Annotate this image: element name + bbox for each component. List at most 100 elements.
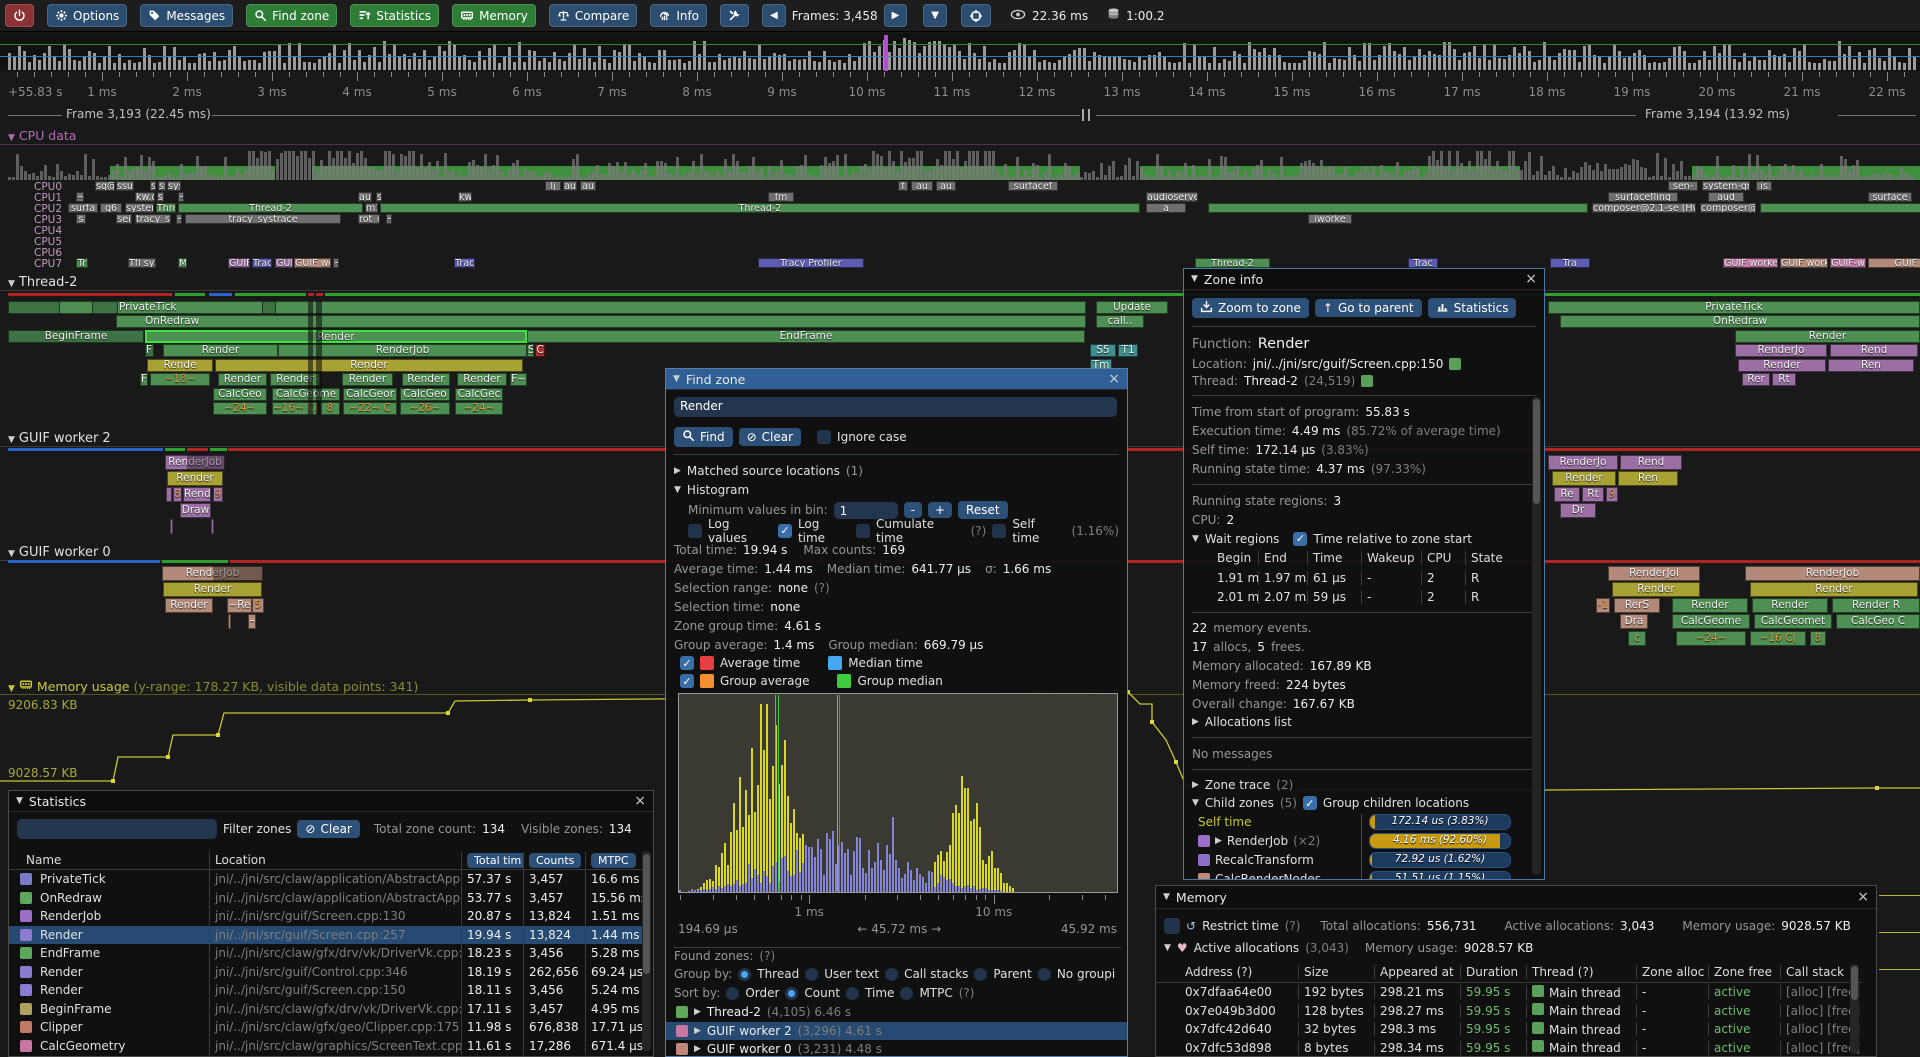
cpu-zone[interactable]: ~: [333, 258, 339, 268]
sort-counts-button[interactable]: Counts: [529, 853, 581, 868]
cpu-zone[interactable]: Tfl sysk: [128, 258, 156, 268]
zone[interactable]: 8: [320, 402, 340, 415]
cpu-zone[interactable]: kw: [458, 192, 472, 202]
zone[interactable]: Ren: [1618, 471, 1678, 486]
zone[interactable]: Rt: [1582, 487, 1604, 502]
zone[interactable]: ~24~: [213, 402, 267, 415]
close-icon[interactable]: ×: [1525, 271, 1537, 287]
zone[interactable]: 9: [213, 487, 223, 502]
zone[interactable]: T1: [1118, 344, 1138, 357]
allocation-row[interactable]: 0x7dfaa64e00192 bytes298.21 ms59.95 sMai…: [1156, 983, 1862, 1002]
cpu-zone[interactable]: composer@: [1700, 203, 1756, 213]
cpu-zone[interactable]: iworke: [1308, 214, 1352, 224]
zone[interactable]: Render: [163, 582, 262, 597]
frame-set-dropdown-button[interactable]: ▼: [923, 4, 947, 27]
zone[interactable]: BeginFrame: [8, 330, 144, 343]
cpu-zone[interactable]: Tracy Profiler: [758, 258, 864, 268]
statistics-titlebar[interactable]: ▼ Statistics ×: [9, 791, 653, 812]
cpu-zone[interactable]: system-grm: [1702, 181, 1750, 191]
sort-by-option-order[interactable]: [726, 987, 739, 1000]
cpu-zone[interactable]: s: [376, 192, 382, 202]
wait-region-row[interactable]: 1.91 ms1.97 ms61 µs-2R: [1184, 568, 1544, 587]
cpu-zone[interactable]: system_se: [125, 203, 154, 213]
cpu-zone[interactable]: g6: [100, 203, 122, 213]
zone[interactable]: Render: [1738, 359, 1826, 372]
cpu-zone[interactable]: GUI: [275, 258, 293, 268]
zone[interactable]: EndFrame: [527, 330, 1085, 343]
zone[interactable]: RenderJob: [1745, 566, 1920, 581]
clear-button[interactable]: ⊘Clear: [739, 428, 801, 446]
cpu-zone[interactable]: [1760, 203, 1920, 213]
sort-mtpc-button[interactable]: MTPC: [591, 853, 636, 868]
zone[interactable]: Rer: [1742, 373, 1770, 386]
cpu-zone[interactable]: tracy_systrace: [185, 214, 341, 224]
zoom-to-zone-button[interactable]: Zoom to zone: [1192, 298, 1309, 318]
statistics-row[interactable]: Renderjni/../jni/src/guif/Screen.cpp:150…: [9, 981, 649, 1000]
zone[interactable]: ~24~: [1676, 631, 1746, 646]
zone[interactable]: CalcGeo: [400, 388, 450, 401]
zone[interactable]: PrivateTick: [8, 301, 1086, 314]
zone[interactable]: [92, 301, 118, 314]
cpu-zone[interactable]: au: [563, 181, 577, 191]
cpu-zone[interactable]: Tra: [1550, 258, 1590, 268]
zone[interactable]: CalcGeo: [213, 388, 267, 401]
cpu-zone[interactable]: M.: [178, 258, 187, 268]
cpu-zone[interactable]: au: [911, 181, 933, 191]
statistics-row[interactable]: PrivateTickjni/../jni/src/claw/applicati…: [9, 870, 649, 889]
tools-button[interactable]: [720, 4, 749, 27]
frame-right-label[interactable]: Frame 3,194 (13.92 ms): [1645, 107, 1790, 121]
filter-zones-input[interactable]: [17, 819, 217, 839]
zone[interactable]: RenderJol: [1608, 566, 1700, 581]
search-input[interactable]: Render: [674, 397, 1117, 417]
memory-titlebar[interactable]: ▼ Memory ×: [1156, 886, 1876, 909]
zone[interactable]: C: [535, 344, 545, 357]
cpu-zone[interactable]: ss: [158, 181, 166, 191]
zone[interactable]: CalcGeor: [343, 388, 397, 401]
cpu-zone[interactable]: ~: [178, 192, 184, 202]
cpu-data-header[interactable]: ▼CPU data: [8, 128, 76, 143]
goto-frame-button[interactable]: [961, 4, 991, 27]
zone[interactable]: Render: [1552, 471, 1616, 486]
find-zone-titlebar[interactable]: ▼ Find zone ×: [666, 369, 1127, 390]
memory-column-address[interactable]: Address (?): [1180, 965, 1298, 979]
sort-total-time-button[interactable]: Total tim: [467, 853, 523, 868]
cpu-zone[interactable]: GUIF worker 2: [1868, 258, 1920, 268]
zone[interactable]: Render: [457, 373, 507, 386]
cpu-zone[interactable]: sen-: [1668, 181, 1698, 191]
zone[interactable]: 5: [252, 598, 264, 613]
statistics-row[interactable]: EndFramejni/../jni/src/claw/gfx/drv/vk/D…: [9, 944, 649, 963]
sort-by-option-count[interactable]: [785, 987, 798, 1000]
statistics-row[interactable]: RenderJobjni/../jni/src/guif/Screen.cpp:…: [9, 907, 649, 926]
statistics-row[interactable]: OnRedrawjni/../jni/src/claw/application/…: [9, 889, 649, 908]
log-time-checkbox[interactable]: ✓: [778, 524, 792, 538]
cpu-zone[interactable]: GUIF: [228, 258, 250, 268]
zone[interactable]: [187, 455, 225, 470]
messages-button[interactable]: Messages: [140, 4, 233, 27]
thread-header-guif-worker-0[interactable]: ▼GUIF worker 0: [8, 545, 111, 560]
cpu-zone[interactable]: s: [150, 181, 156, 191]
zone[interactable]: 8: [1810, 631, 1826, 646]
zone[interactable]: CalcGec: [455, 388, 503, 401]
frame-timeline-strip[interactable]: [0, 33, 1920, 71]
next-frame-button[interactable]: ▶: [884, 4, 908, 27]
found-zone-group[interactable]: ▶GUIF worker 0(3,231) 4.48 s: [666, 1040, 1127, 1057]
child-zone-row[interactable]: Self time172.14 us (3.83%): [1184, 812, 1544, 831]
allocation-row[interactable]: 0x7e049b3d00128 bytes298.27 ms59.95 sMai…: [1156, 1002, 1862, 1021]
statistics-button[interactable]: Statistics: [1428, 298, 1517, 318]
cpu-zone[interactable]: Tracy: [252, 258, 272, 268]
cpu-zone[interactable]: GUIF wor: [294, 258, 331, 268]
statistics-button[interactable]: Statistics: [350, 4, 439, 27]
collapse-icon[interactable]: ▼: [1192, 534, 1199, 544]
log-values-checkbox[interactable]: [688, 524, 702, 538]
collapse-icon[interactable]: ▼: [8, 279, 15, 289]
legend-checkbox[interactable]: ✓: [680, 674, 694, 688]
cpu-zone[interactable]: GUIF-w: [1830, 258, 1866, 268]
zone[interactable]: PrivateTick: [1548, 301, 1920, 314]
compare-button[interactable]: Compare: [549, 4, 637, 27]
zone[interactable]: Render: [1752, 598, 1828, 613]
frame-markers-row[interactable]: Frame 3,193 (22.45 ms)Frame 3,194 (13.92…: [0, 106, 1920, 124]
statistics-row[interactable]: CalcGeometryjni/../jni/src/claw/graphics…: [9, 1037, 649, 1056]
collapse-icon[interactable]: ▼: [8, 133, 15, 143]
zone[interactable]: CalcGeome: [1672, 614, 1750, 629]
zone[interactable]: [211, 519, 214, 534]
